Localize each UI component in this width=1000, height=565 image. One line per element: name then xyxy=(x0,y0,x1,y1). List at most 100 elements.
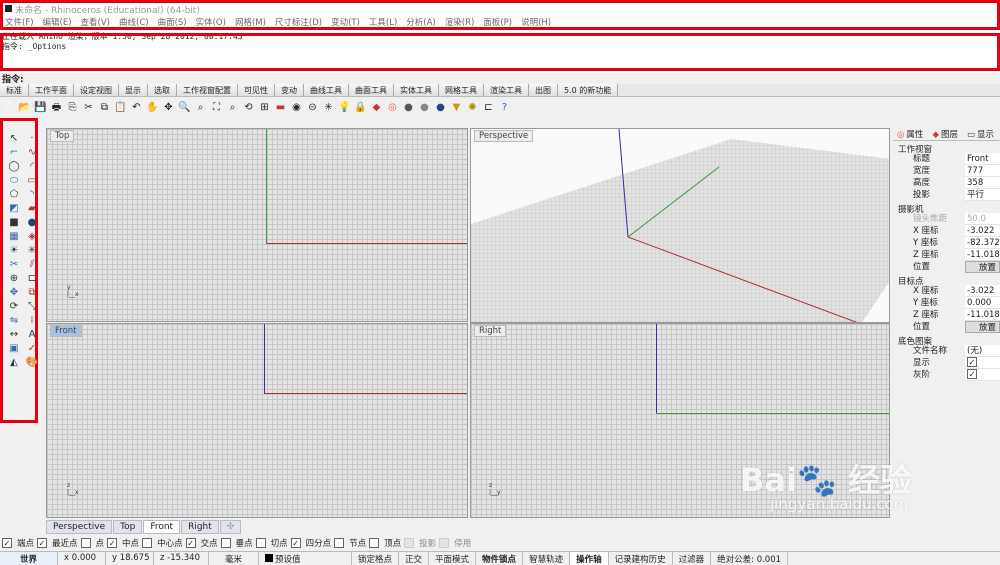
rotate-view-icon[interactable]: ⟲ xyxy=(242,101,255,114)
four-viewports-icon[interactable]: ⊞ xyxy=(258,101,271,114)
menu-item[interactable]: 说明(H) xyxy=(521,16,551,28)
toolbar-tab[interactable]: 曲面工具 xyxy=(349,84,394,96)
toolbar-tab[interactable]: 渲染工具 xyxy=(484,84,529,96)
ellipse-icon[interactable]: ⬭ xyxy=(7,175,21,187)
property-value[interactable]: 358 xyxy=(965,177,1000,189)
surface-icon[interactable]: ◩ xyxy=(7,203,21,215)
settings-icon[interactable]: ✺ xyxy=(466,101,479,114)
import-icon[interactable]: ⎘ xyxy=(66,101,79,114)
polygon-icon[interactable]: ⬠ xyxy=(7,189,21,201)
shaded-icon[interactable]: ● xyxy=(402,101,415,114)
property-value[interactable]: -3.022 xyxy=(965,285,1000,297)
hide-icon[interactable]: ◉ xyxy=(290,101,303,114)
osnap-checkbox[interactable] xyxy=(334,538,345,548)
lock-icon[interactable]: ⊝ xyxy=(306,101,319,114)
rotate-icon[interactable]: ⟳ xyxy=(7,301,21,313)
analysis-icon[interactable]: ▼ xyxy=(450,101,463,114)
osnap-checkbox[interactable]: ✓ xyxy=(37,538,48,548)
property-value[interactable]: (无) xyxy=(965,345,1000,357)
extrude-icon[interactable]: ▰ xyxy=(25,203,39,215)
block-icon[interactable]: ▣ xyxy=(7,343,21,355)
property-value[interactable]: -82.372 xyxy=(965,237,1000,249)
copy-icon[interactable]: ⧉ xyxy=(25,287,39,299)
menu-item[interactable]: 曲线(C) xyxy=(119,16,149,28)
toolbar-tab[interactable]: 曲线工具 xyxy=(304,84,349,96)
toolbar-tab[interactable]: 变动 xyxy=(275,84,304,96)
sphere-icon[interactable]: ● xyxy=(25,217,39,229)
menu-item[interactable]: 面板(P) xyxy=(483,16,512,28)
property-value[interactable]: -11.018 xyxy=(965,309,1000,321)
smarttrack-toggle[interactable]: 智慧轨迹 xyxy=(523,552,571,565)
analyze-icon[interactable]: ◭ xyxy=(7,357,21,369)
osnap-checkbox[interactable] xyxy=(142,538,153,548)
pan-icon[interactable]: ✋ xyxy=(146,101,159,114)
menu-item[interactable]: 曲面(S) xyxy=(158,16,187,28)
toolbar-tab[interactable]: 实体工具 xyxy=(394,84,439,96)
undo-icon[interactable]: ↶ xyxy=(130,101,143,114)
property-value[interactable]: -3.022 xyxy=(965,225,1000,237)
light-icon[interactable]: 💡 xyxy=(338,101,351,114)
material-icon[interactable]: ◆ xyxy=(370,101,383,114)
history-toggle[interactable]: 记录建构历史 xyxy=(609,552,673,565)
menu-item[interactable]: 编辑(E) xyxy=(43,16,72,28)
ortho-toggle[interactable]: 正交 xyxy=(399,552,430,565)
point-icon[interactable]: · xyxy=(25,133,39,145)
panel-tab-2[interactable]: ▭ 显示 xyxy=(965,127,998,140)
toolbar-tab[interactable]: 显示 xyxy=(119,84,148,96)
checkbox[interactable]: ✓ xyxy=(967,369,977,379)
polyline-icon[interactable]: ⌐ xyxy=(7,147,21,159)
osnap-checkbox[interactable] xyxy=(439,538,450,548)
arc-icon[interactable]: ◜ xyxy=(25,161,39,173)
filter-button[interactable]: 过滤器 xyxy=(673,552,712,565)
property-value[interactable]: -11.018 xyxy=(965,249,1000,261)
save-icon[interactable]: 💾 xyxy=(34,101,47,114)
osnap-checkbox[interactable]: ✓ xyxy=(290,538,301,548)
copy-icon[interactable]: ⧉ xyxy=(98,101,111,114)
gumball-toggle[interactable]: 操作轴 xyxy=(570,552,609,565)
osnap-checkbox[interactable]: ✓ xyxy=(185,538,196,548)
cplane[interactable]: 世界 xyxy=(0,552,58,565)
view-tab[interactable]: Right xyxy=(181,520,219,534)
split-icon[interactable]: ⫽ xyxy=(25,259,39,271)
osnap-checkbox[interactable] xyxy=(369,538,380,548)
curve-icon[interactable]: ∿ xyxy=(25,147,39,159)
toolbar-tab[interactable]: 工作平面 xyxy=(29,84,74,96)
cut-icon[interactable]: ✂ xyxy=(82,101,95,114)
menu-item[interactable]: 工具(L) xyxy=(369,16,397,28)
move-icon[interactable]: ✥ xyxy=(7,287,21,299)
color-wheel-icon[interactable]: ◎ xyxy=(386,101,399,114)
check-icon[interactable]: ✓ xyxy=(25,343,39,355)
rendered-icon[interactable]: ● xyxy=(418,101,431,114)
toolbar-tab[interactable]: 设定视图 xyxy=(74,84,119,96)
property-value[interactable]: 50.0 xyxy=(965,213,1000,225)
view-tab[interactable]: Perspective xyxy=(46,520,113,534)
toolbar-tab[interactable]: 选取 xyxy=(148,84,177,96)
viewport-title[interactable]: Front xyxy=(50,325,82,337)
property-value[interactable]: Front xyxy=(965,153,1000,165)
checkbox[interactable]: ✓ xyxy=(967,357,977,367)
group-icon[interactable]: ⊏ xyxy=(482,101,495,114)
render-icon[interactable]: 🎨 xyxy=(25,357,39,369)
cplane-icon[interactable]: ▬ xyxy=(274,101,287,114)
array-icon[interactable]: ⁞ xyxy=(25,315,39,327)
toolbar-tab[interactable]: 标准 xyxy=(0,84,29,96)
toolbar-tab[interactable]: 可见性 xyxy=(238,84,275,96)
group-icon[interactable]: ⊏ xyxy=(25,273,39,285)
grid-snap-toggle[interactable]: 锁定格点 xyxy=(352,552,400,565)
trim-icon[interactable]: ✂ xyxy=(7,259,21,271)
viewport-top[interactable]: Top y |__x xyxy=(46,128,468,322)
property-value[interactable]: 平行 xyxy=(965,189,1000,201)
help-icon[interactable]: ? xyxy=(498,101,511,114)
zoom-window-icon[interactable]: ⌕ xyxy=(194,101,207,114)
boolean-icon[interactable]: ◈ xyxy=(25,231,39,243)
menu-item[interactable]: 渲染(R) xyxy=(445,16,475,28)
layer[interactable]: 预设值 xyxy=(259,552,352,565)
menu-item[interactable]: 尺寸标注(D) xyxy=(275,16,322,28)
osnap-checkbox[interactable]: ✓ xyxy=(2,538,12,548)
explode-icon[interactable]: ✳ xyxy=(25,245,39,257)
add-viewport-tab[interactable]: ✣ xyxy=(219,520,242,534)
join-icon[interactable]: ⊕ xyxy=(7,273,21,285)
select-icon[interactable]: ↖ xyxy=(7,133,21,145)
fillet-icon[interactable]: ◝ xyxy=(25,189,39,201)
osnap-checkbox[interactable]: ✓ xyxy=(107,538,118,548)
